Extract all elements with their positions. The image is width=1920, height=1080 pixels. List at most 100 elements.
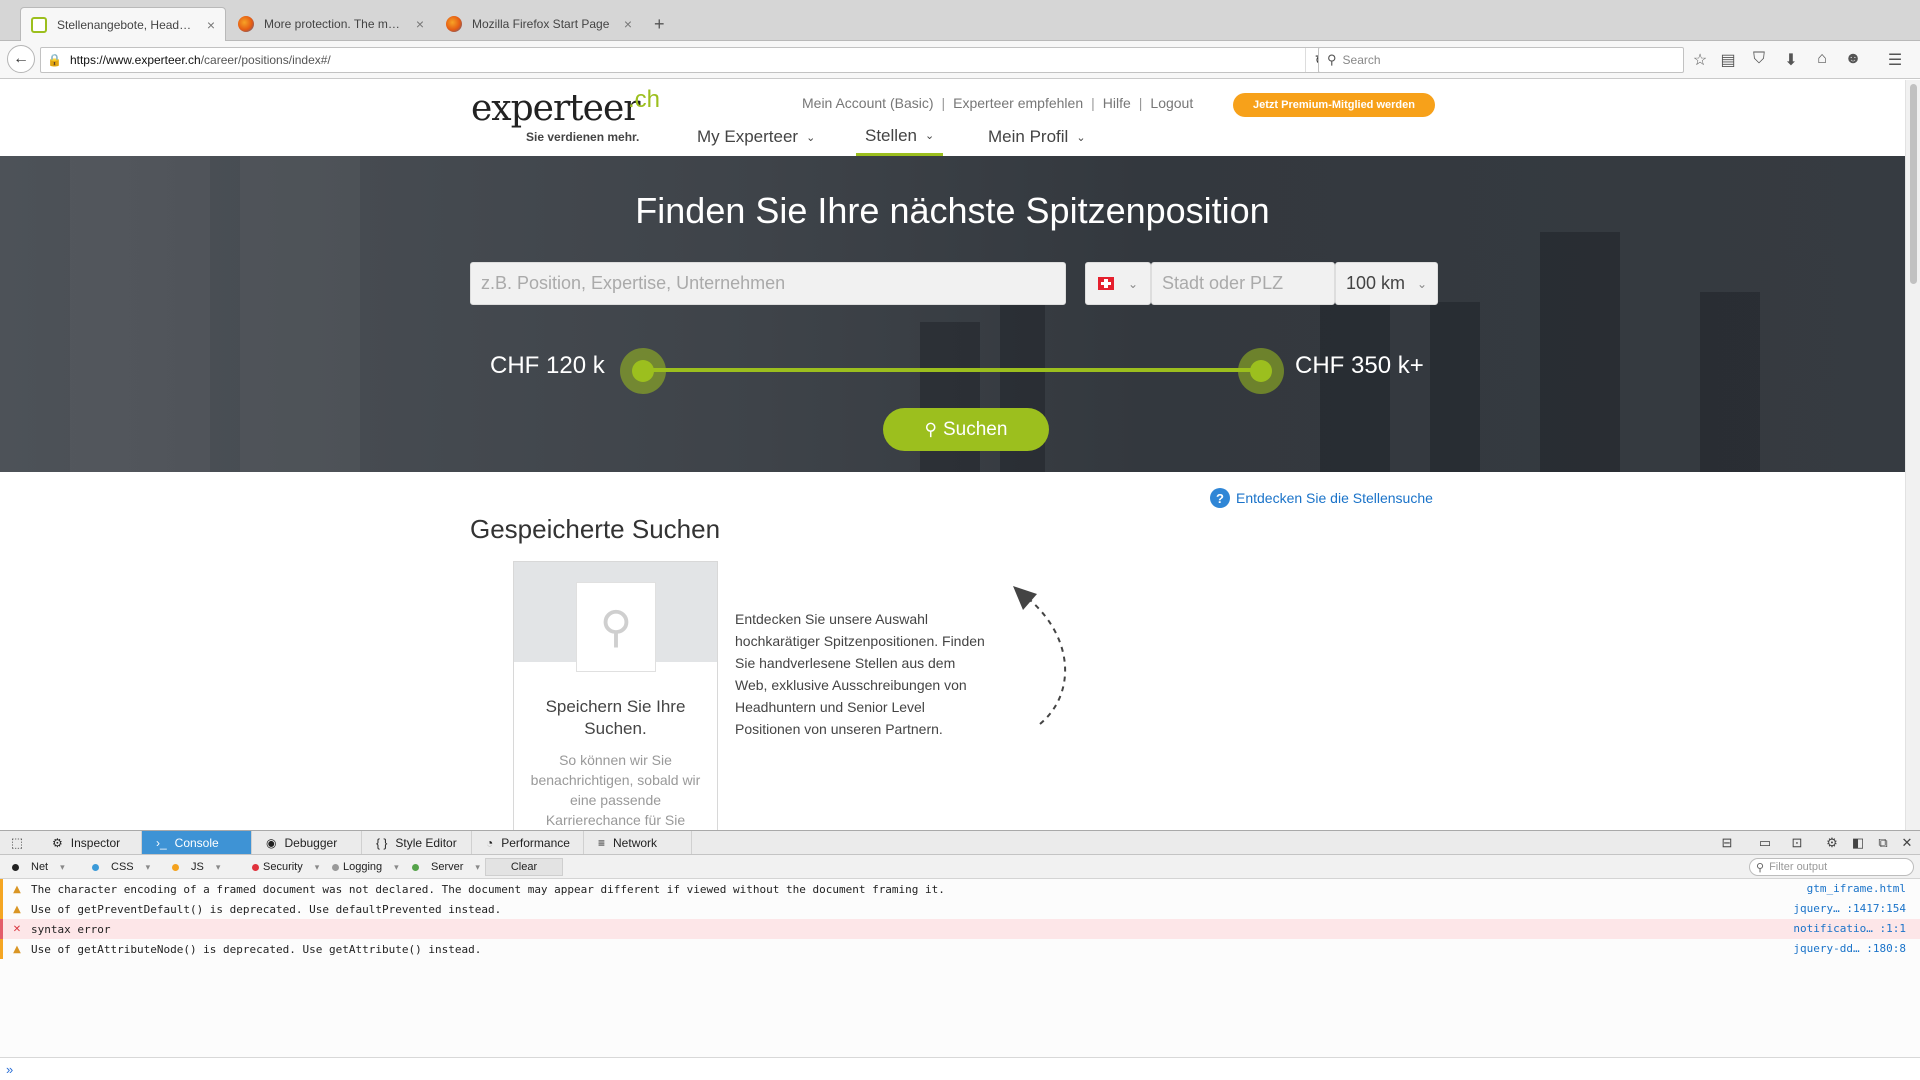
tab-label: Inspector xyxy=(70,835,121,850)
close-devtools-icon[interactable]: ✕ xyxy=(1898,835,1916,851)
pocket-icon[interactable]: ⛉ xyxy=(1749,50,1769,68)
link-separator: | xyxy=(1138,95,1143,111)
clear-console-button[interactable]: Clear xyxy=(485,858,563,876)
city-placeholder: Stadt oder PLZ xyxy=(1162,273,1284,293)
tab-firefox-start[interactable]: Mozilla Firefox Start Page × xyxy=(436,7,642,41)
salary-min-handle[interactable] xyxy=(620,348,666,394)
keyword-input[interactable]: z.B. Position, Expertise, Unternehmen xyxy=(470,262,1066,305)
search-button-label: Suchen xyxy=(943,418,1008,440)
saved-searches-title: Gespeicherte Suchen xyxy=(470,514,721,544)
tab-more-protection[interactable]: More protection. The most ... × xyxy=(228,7,434,41)
back-arrow-icon: ← xyxy=(13,50,29,67)
scrollbar-thumb[interactable] xyxy=(1910,84,1917,284)
account-link[interactable]: Mein Account (Basic) xyxy=(802,95,934,111)
filter-server[interactable]: Server ▾ xyxy=(404,858,488,876)
city-input[interactable]: Stadt oder PLZ xyxy=(1151,262,1335,305)
tab-experteer[interactable]: Stellenangebote, Headhunt... × xyxy=(20,7,226,41)
responsive-mode-icon[interactable]: ▭ xyxy=(1756,835,1774,851)
salary-max-handle[interactable] xyxy=(1238,348,1284,394)
filter-output-input[interactable]: ⚲ Filter output xyxy=(1749,858,1914,876)
filter-label: Logging xyxy=(343,861,383,873)
console-message-warning[interactable]: ▲ Use of getPreventDefault() is deprecat… xyxy=(0,899,1920,919)
message-text: Use of getPreventDefault() is deprecated… xyxy=(31,902,502,916)
message-source-link[interactable]: gtm_iframe.html xyxy=(1807,882,1906,895)
close-tab-icon[interactable]: × xyxy=(207,17,215,33)
console-message-warning[interactable]: ▲ Use of getAttributeNode() is deprecate… xyxy=(0,939,1920,959)
tab-label: Network xyxy=(613,835,658,850)
filter-js[interactable]: JS ▾ xyxy=(164,858,228,876)
salary-min-label: CHF 120 k xyxy=(490,352,605,379)
filter-net[interactable]: Net ▾ xyxy=(4,858,73,876)
nav-my-experteer[interactable]: My Experteer ⌄ xyxy=(697,118,815,156)
back-button[interactable]: ← xyxy=(7,45,35,73)
radius-select[interactable]: 100 km ⌄ xyxy=(1335,262,1438,305)
logout-link[interactable]: Logout xyxy=(1150,95,1193,111)
reading-list-icon[interactable]: ▤ xyxy=(1718,50,1738,70)
console-message-error[interactable]: ✕ syntax error notificatio… :1:1 xyxy=(0,919,1920,939)
logo-slogan: Sie verdienen mehr. xyxy=(526,130,640,144)
tab-style-editor[interactable]: { } Style Editor xyxy=(362,831,472,854)
tab-title: Mozilla Firefox Start Page xyxy=(472,17,610,31)
filter-logging[interactable]: Logging ▾ xyxy=(324,858,407,876)
account-links: Mein Account (Basic) | Experteer empfehl… xyxy=(802,95,1193,111)
pick-element-icon[interactable]: ⬚ xyxy=(8,835,26,851)
undock-icon[interactable]: ⧉ xyxy=(1874,835,1892,851)
experteer-favicon-icon xyxy=(31,16,47,33)
page-scrollbar[interactable] xyxy=(1905,80,1920,830)
help-link[interactable]: Hilfe xyxy=(1103,95,1131,111)
dock-side-icon[interactable]: ◧ xyxy=(1849,835,1867,851)
help-link-label: Entdecken Sie die Stellensuche xyxy=(1236,490,1433,506)
link-separator: | xyxy=(1091,95,1095,111)
search-button[interactable]: ⚲ Suchen xyxy=(883,408,1049,451)
filter-css[interactable]: CSS ▾ xyxy=(84,858,158,876)
tab-debugger[interactable]: ◉ Debugger xyxy=(252,831,362,854)
handle-dot xyxy=(1250,360,1272,382)
message-text: Use of getAttributeNode() is deprecated.… xyxy=(31,942,482,956)
experteer-logo[interactable]: experteer .ch Sie verdienen mehr. xyxy=(471,86,660,144)
salary-range-track[interactable] xyxy=(643,368,1260,372)
message-source-link[interactable]: jquery… :1417:154 xyxy=(1793,902,1906,915)
console-icon: ›_ xyxy=(156,835,167,850)
message-source-link[interactable]: notificatio… :1:1 xyxy=(1793,922,1906,935)
split-console-icon[interactable]: ⊟ xyxy=(1718,835,1736,851)
tab-inspector[interactable]: ⚙ Inspector xyxy=(38,831,142,854)
screenshot-icon[interactable]: ⊡ xyxy=(1788,835,1806,851)
discover-search-link[interactable]: ? Entdecken Sie die Stellensuche xyxy=(1210,488,1433,508)
console-input[interactable]: » xyxy=(0,1057,1920,1080)
browser-window: Stellenangebote, Headhunt... × More prot… xyxy=(0,0,1920,1080)
downloads-icon[interactable]: ⬇ xyxy=(1781,50,1801,70)
nav-stellen[interactable]: Stellen ⌄ xyxy=(856,118,944,156)
tab-console[interactable]: ›_ Console xyxy=(142,831,252,854)
menu-icon[interactable]: ☰ xyxy=(1885,50,1905,70)
filter-placeholder: Filter output xyxy=(1769,861,1828,873)
chat-icon[interactable]: ☻ xyxy=(1843,50,1863,68)
logo-word: experteer xyxy=(471,88,640,129)
swiss-flag-icon xyxy=(1097,277,1114,290)
handle-dot xyxy=(632,360,654,382)
console-message-warning[interactable]: ▲ The character encoding of a framed doc… xyxy=(0,879,1920,899)
intro-text: Entdecken Sie unsere Auswahl hochkarätig… xyxy=(735,611,985,737)
filter-label: JS xyxy=(191,861,204,873)
settings-gear-icon[interactable]: ⚙ xyxy=(1823,835,1841,851)
dropdown-icon: ▾ xyxy=(215,861,221,872)
new-tab-icon[interactable]: + xyxy=(654,14,665,35)
home-icon[interactable]: ⌂ xyxy=(1812,50,1832,68)
error-icon: ✕ xyxy=(12,923,22,935)
firefox-favicon-icon xyxy=(238,16,254,32)
tab-network[interactable]: ≡ Network xyxy=(584,831,692,854)
tab-performance[interactable]: ◔ Performance xyxy=(472,831,584,854)
country-select[interactable]: ⌄ xyxy=(1085,262,1151,305)
close-tab-icon[interactable]: × xyxy=(624,16,632,32)
message-source-link[interactable]: jquery-dd… :180:8 xyxy=(1793,942,1906,955)
recommend-link[interactable]: Experteer empfehlen xyxy=(953,95,1083,111)
chevron-down-icon: ⌄ xyxy=(1076,131,1086,144)
search-input[interactable]: ⚲ Search xyxy=(1318,47,1684,73)
filter-security[interactable]: Security ▾ xyxy=(244,858,327,876)
premium-button[interactable]: Jetzt Premium-Mitglied werden xyxy=(1233,93,1435,117)
close-tab-icon[interactable]: × xyxy=(416,16,424,32)
inspector-icon: ⚙ xyxy=(52,835,63,850)
url-bar[interactable]: 🔒 https://www.experteer.ch/career/positi… xyxy=(40,47,1336,73)
nav-mein-profil[interactable]: Mein Profil ⌄ xyxy=(988,118,1086,156)
debugger-icon: ◉ xyxy=(266,835,277,850)
bookmark-star-icon[interactable]: ☆ xyxy=(1690,50,1710,70)
